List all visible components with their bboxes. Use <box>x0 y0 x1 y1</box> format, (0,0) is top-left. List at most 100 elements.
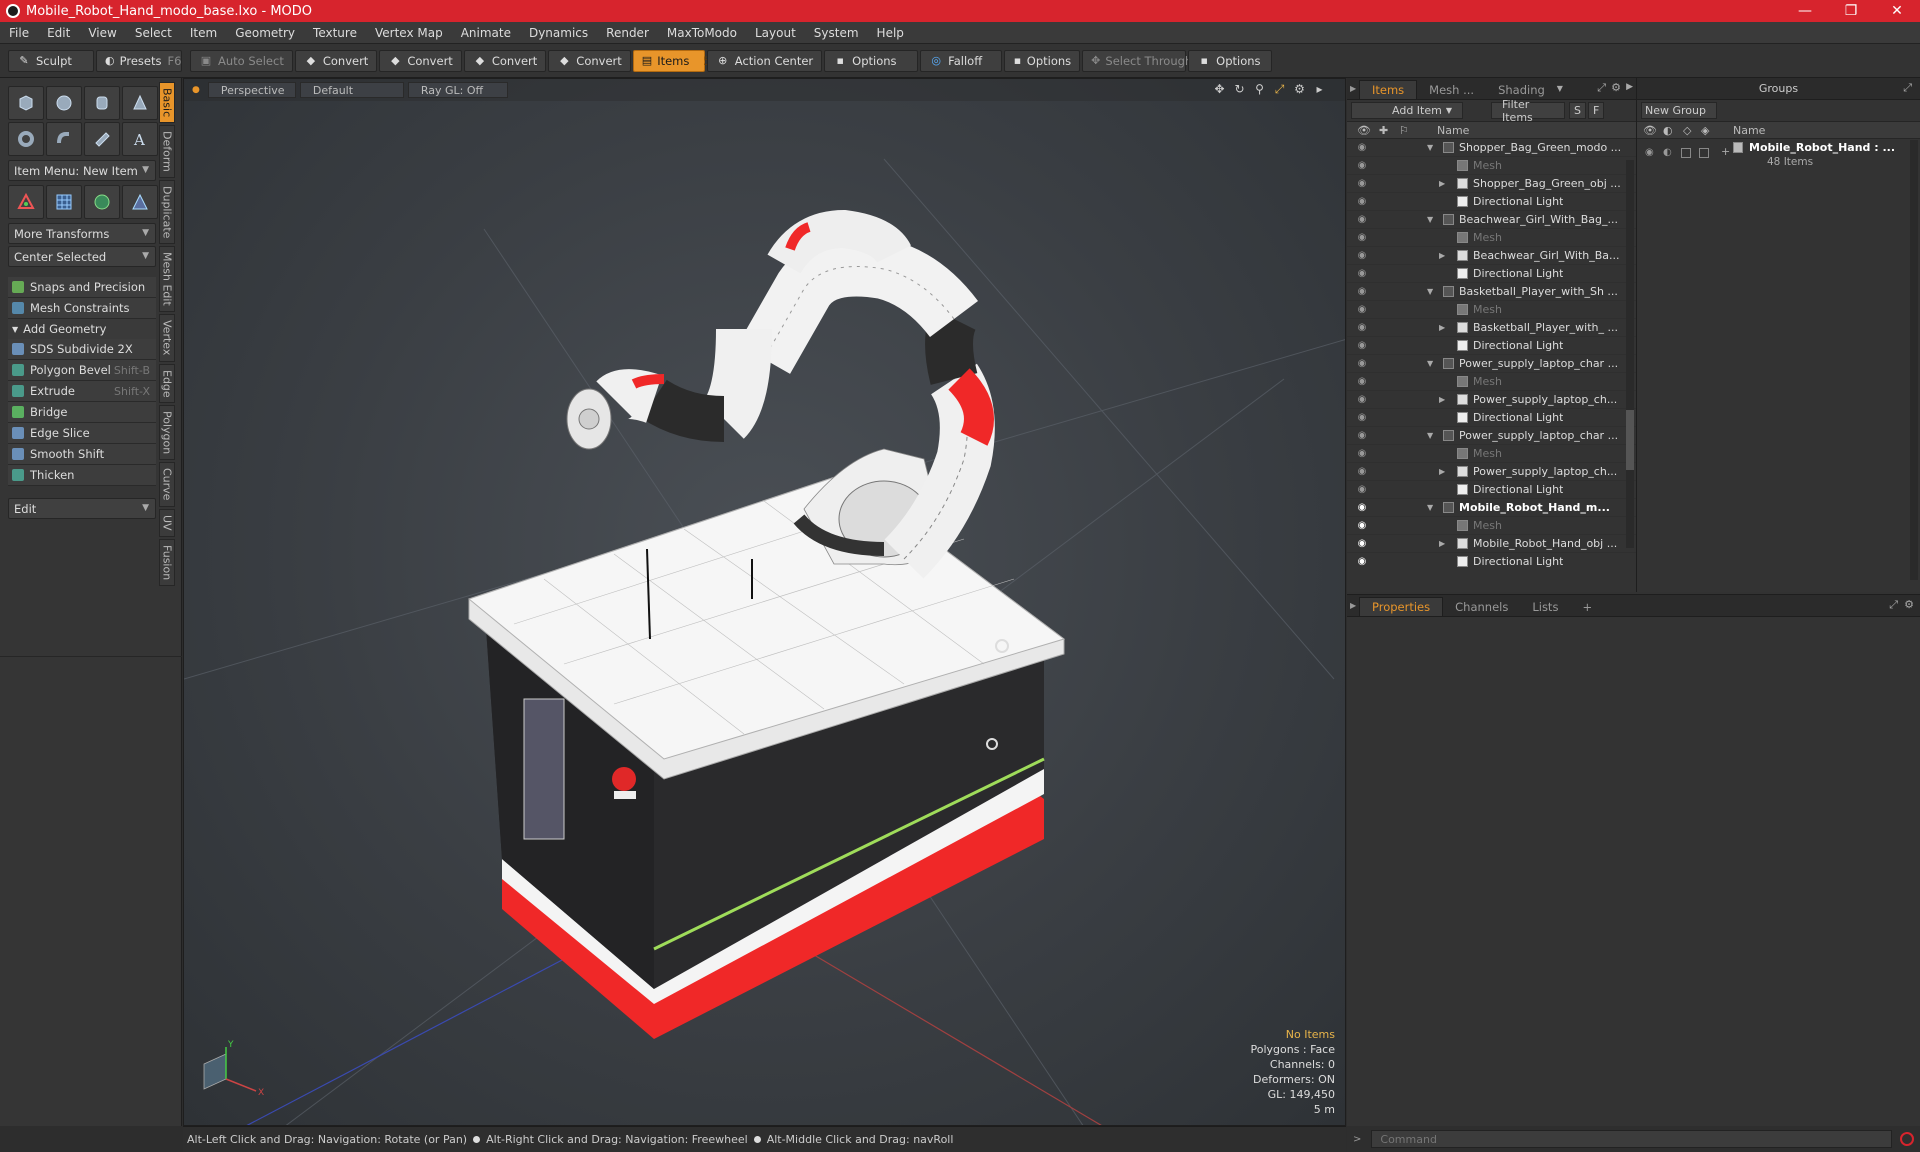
list-item[interactable]: ◉ ▼ Shopper_Bag_Green_modo ... <box>1347 139 1636 157</box>
sculpt-button[interactable]: ✎ Sculpt <box>8 49 94 72</box>
menu-texture[interactable]: Texture <box>304 26 366 40</box>
list-item[interactable]: ◉ Mesh <box>1347 301 1636 319</box>
menu-file[interactable]: File <box>0 26 38 40</box>
convert-button-4[interactable]: ◆ Convert <box>548 49 631 72</box>
eye-icon[interactable]: ◉ <box>1355 484 1369 495</box>
tab-uv[interactable]: UV <box>159 508 175 537</box>
list-item-selected[interactable]: ◉ ▼ Mobile_Robot_Hand_m... <box>1347 499 1636 517</box>
tab-properties[interactable]: Properties <box>1359 597 1444 616</box>
expand-icon[interactable]: ⤢ <box>1597 81 1606 95</box>
eye-icon[interactable]: ◉ <box>1355 538 1369 549</box>
eye-icon[interactable]: ◉ <box>1355 448 1369 459</box>
menu-item[interactable]: Item <box>181 26 226 40</box>
name-column-header[interactable]: Name <box>1437 124 1469 137</box>
action-center-options-button[interactable]: ▪ Options <box>824 49 919 72</box>
menu-vertex-map[interactable]: Vertex Map <box>366 26 452 40</box>
eye-icon[interactable]: ◉ <box>1355 502 1369 513</box>
group-row[interactable]: ◉ ◐ + Mobile_Robot_Hand : ... 48 Items <box>1637 139 1920 175</box>
triangle-right-icon[interactable]: ▶ <box>1439 539 1445 548</box>
eye-icon[interactable]: ◉ <box>1355 304 1369 315</box>
auto-select-button[interactable]: ▣ Auto Select <box>190 49 293 72</box>
eye-icon[interactable]: ◉ <box>1355 556 1369 567</box>
lock-checkbox[interactable] <box>1681 148 1691 158</box>
menu-maxtomodo[interactable]: MaxToModo <box>658 26 746 40</box>
record-icon[interactable] <box>1900 1132 1914 1146</box>
action-center-button[interactable]: ⊕ Action Center <box>706 49 823 72</box>
list-item[interactable]: ◉ ▼ Power_supply_laptop_char ... <box>1347 355 1636 373</box>
select-through-button[interactable]: ✥ Select Through <box>1082 49 1192 72</box>
menu-system[interactable]: System <box>805 26 868 40</box>
convert-button-3[interactable]: ◆ Convert <box>463 49 547 72</box>
list-item[interactable]: ◉ ▶ Beachwear_Girl_With_Ba... <box>1347 247 1636 265</box>
triangle-down-icon[interactable]: ▼ <box>1427 215 1433 224</box>
eye-icon[interactable]: ◉ <box>1355 232 1369 243</box>
tool-edge-slice[interactable]: Edge Slice <box>8 423 156 444</box>
tab-items[interactable]: Items <box>1359 80 1418 99</box>
menu-select[interactable]: Select <box>126 26 181 40</box>
tab-polygon[interactable]: Polygon <box>159 405 175 461</box>
center-selected-dropdown[interactable]: Center Selected ▼ <box>8 246 156 267</box>
capsule-primitive-icon[interactable] <box>46 122 82 156</box>
eye-icon[interactable]: ◉ <box>1355 466 1369 477</box>
triangle-right-icon[interactable]: ▶ <box>1439 179 1445 188</box>
eye-icon[interactable]: ◉ <box>1355 394 1369 405</box>
name-column-header[interactable]: Name <box>1733 124 1765 137</box>
tool-sds-subdivide[interactable]: SDS Subdivide 2X <box>8 339 156 360</box>
menu-edit[interactable]: Edit <box>38 26 79 40</box>
tool-bridge[interactable]: Bridge <box>8 402 156 423</box>
presets-button[interactable]: ◐ Presets F6 <box>96 49 182 72</box>
convert-button-2[interactable]: ◆ Convert <box>379 49 462 72</box>
cylinder-primitive-icon[interactable] <box>84 86 120 120</box>
sphere-primitive-icon[interactable] <box>46 86 82 120</box>
select-checkbox[interactable] <box>1699 148 1709 158</box>
tool-smooth-shift[interactable]: Smooth Shift <box>8 444 156 465</box>
tool-polygon-bevel[interactable]: Polygon Bevel Shift-B <box>8 360 156 381</box>
triangle-down-icon[interactable]: ▼ <box>1427 359 1433 368</box>
eye-icon[interactable]: ◉ <box>1355 160 1369 171</box>
text-primitive-icon[interactable]: A <box>122 122 158 156</box>
tab-vertex[interactable]: Vertex <box>159 314 175 362</box>
eye-icon[interactable]: ◉ <box>1355 268 1369 279</box>
tool-thicken[interactable]: Thicken <box>8 465 156 486</box>
gear-icon[interactable]: ⚙ <box>1292 82 1307 97</box>
eye-icon[interactable]: ◉ <box>1645 147 1654 158</box>
eye-icon[interactable]: ◉ <box>1355 412 1369 423</box>
triangle-right-icon[interactable]: ▶ <box>1439 467 1445 476</box>
list-item[interactable]: ◉ ▶ Mobile_Robot_Hand_obj ... <box>1347 535 1636 553</box>
tab-mesh-edit[interactable]: Mesh Edit <box>159 246 175 313</box>
tab-shading[interactable]: Shading <box>1486 80 1557 99</box>
shading-style-dropdown[interactable]: Default <box>299 82 404 98</box>
convert-button-1[interactable]: ◆ Convert <box>294 49 378 72</box>
list-item[interactable]: ◉ Mesh <box>1347 157 1636 175</box>
eye-icon[interactable]: ◉ <box>1355 286 1369 297</box>
tab-mesh[interactable]: Mesh ... <box>1417 80 1486 99</box>
list-item[interactable]: ◉ Mesh <box>1347 373 1636 391</box>
list-item[interactable]: ◉ ▶ Power_supply_laptop_ch... <box>1347 391 1636 409</box>
add-geometry-header[interactable]: ▼ Add Geometry <box>8 319 156 339</box>
items-mode-button[interactable]: ▤Items5 <box>632 49 711 72</box>
eye-icon[interactable]: ◉ <box>1355 196 1369 207</box>
list-item[interactable]: ◉ Directional Light <box>1347 337 1636 355</box>
eye-icon[interactable]: ◉ <box>1355 358 1369 369</box>
menu-layout[interactable]: Layout <box>746 26 805 40</box>
eye-icon[interactable]: ◉ <box>1355 520 1369 531</box>
falloff-button[interactable]: ◎ Falloff <box>920 49 1003 72</box>
minimize-button[interactable]: — <box>1782 3 1828 19</box>
groups-scrollbar[interactable] <box>1910 140 1918 580</box>
tab-deform[interactable]: Deform <box>159 125 175 179</box>
list-item[interactable]: ◉ ▶ Power_supply_laptop_ch... <box>1347 463 1636 481</box>
item-menu-dropdown[interactable]: Item Menu: New Item ▼ <box>8 160 156 181</box>
mesh-constraints-button[interactable]: Mesh Constraints <box>8 298 156 319</box>
list-item[interactable]: ◉ Directional Light <box>1347 553 1636 569</box>
chevron-down-icon[interactable]: ▼ <box>1557 84 1563 93</box>
perspective-dropdown[interactable]: Perspective <box>207 82 296 98</box>
menu-view[interactable]: View <box>79 26 125 40</box>
tab-fusion[interactable]: Fusion <box>159 538 175 586</box>
falloff-options-button[interactable]: ▪ Options <box>1004 49 1081 72</box>
more-transforms-dropdown[interactable]: More Transforms ▼ <box>8 223 156 244</box>
raygl-toggle[interactable]: Ray GL: Off <box>407 82 508 98</box>
3d-viewport[interactable]: Y X ● Perspective Default Ray GL: Off ✥ … <box>183 78 1346 1126</box>
tool-extrude[interactable]: Extrude Shift-X <box>8 381 156 402</box>
list-item[interactable]: ◉ Directional Light <box>1347 193 1636 211</box>
maximize-button[interactable]: ❐ <box>1828 3 1874 19</box>
